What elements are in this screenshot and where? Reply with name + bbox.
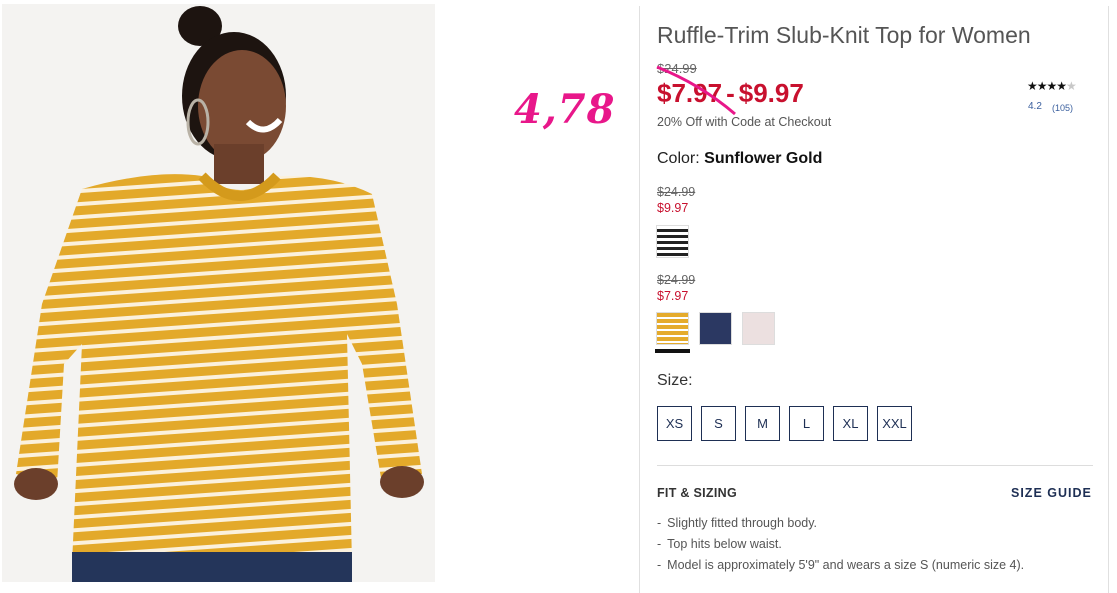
size-label: Size: [657, 372, 693, 389]
swatch-navy[interactable] [699, 312, 732, 345]
rating-value: 4.2 [1028, 101, 1042, 112]
size-button-m[interactable]: M [745, 406, 780, 441]
size-button-xxl[interactable]: XXL [877, 406, 912, 441]
size-button-xl[interactable]: XL [833, 406, 868, 441]
rating-widget[interactable]: ★★★★★ 4.2 (105) [1027, 79, 1087, 113]
promo-text: 20% Off with Code at Checkout [657, 115, 832, 129]
price-separator: - [726, 78, 735, 108]
group-1-sale-price: $9.97 [657, 201, 689, 215]
size-button-xs[interactable]: XS [657, 406, 692, 441]
swatch-blush[interactable] [742, 312, 775, 345]
sale-price-range: $7.97- $9.97 [657, 78, 804, 109]
group-2-original-price: $24.99 [657, 273, 696, 287]
color-label: Color: [657, 150, 700, 167]
section-divider [657, 465, 1093, 466]
fit-detail-item: Top hits below waist. [657, 537, 1024, 558]
price-high: $9.97 [738, 78, 804, 108]
size-button-s[interactable]: S [701, 406, 736, 441]
group-1-original-price: $24.99 [657, 185, 696, 199]
selected-color-name: Sunflower Gold [704, 150, 823, 167]
original-price: $24.99 [657, 61, 697, 76]
fit-detail-item: Slightly fitted through body. [657, 516, 1024, 537]
price-low: $7.97 [657, 78, 723, 108]
handwritten-annotation: 4,78 [514, 86, 616, 133]
size-guide-link[interactable]: SIZE GUIDE [1011, 486, 1092, 500]
model-illustration [2, 4, 435, 582]
fit-details-list: Slightly fitted through body. Top hits b… [657, 516, 1024, 579]
color-selection: Color: Sunflower Gold [657, 150, 822, 168]
fit-detail-item: Model is approximately 5'9" and wears a … [657, 558, 1024, 579]
selected-swatch-indicator [655, 349, 690, 353]
group-2-sale-price: $7.97 [657, 289, 689, 303]
fit-sizing-heading: FIT & SIZING [657, 486, 737, 500]
star-rating-icon: ★★★★★ [1027, 79, 1077, 93]
product-info-panel: Ruffle-Trim Slub-Knit Top for Women $24.… [639, 6, 1109, 593]
review-count-link[interactable]: (105) [1052, 103, 1073, 113]
product-title: Ruffle-Trim Slub-Knit Top for Women [657, 22, 1031, 48]
swatch-sunflower-gold-stripe[interactable] [656, 312, 689, 345]
product-image[interactable] [2, 4, 435, 582]
swatch-navy-white-stripe[interactable] [656, 225, 689, 258]
size-button-l[interactable]: L [789, 406, 824, 441]
